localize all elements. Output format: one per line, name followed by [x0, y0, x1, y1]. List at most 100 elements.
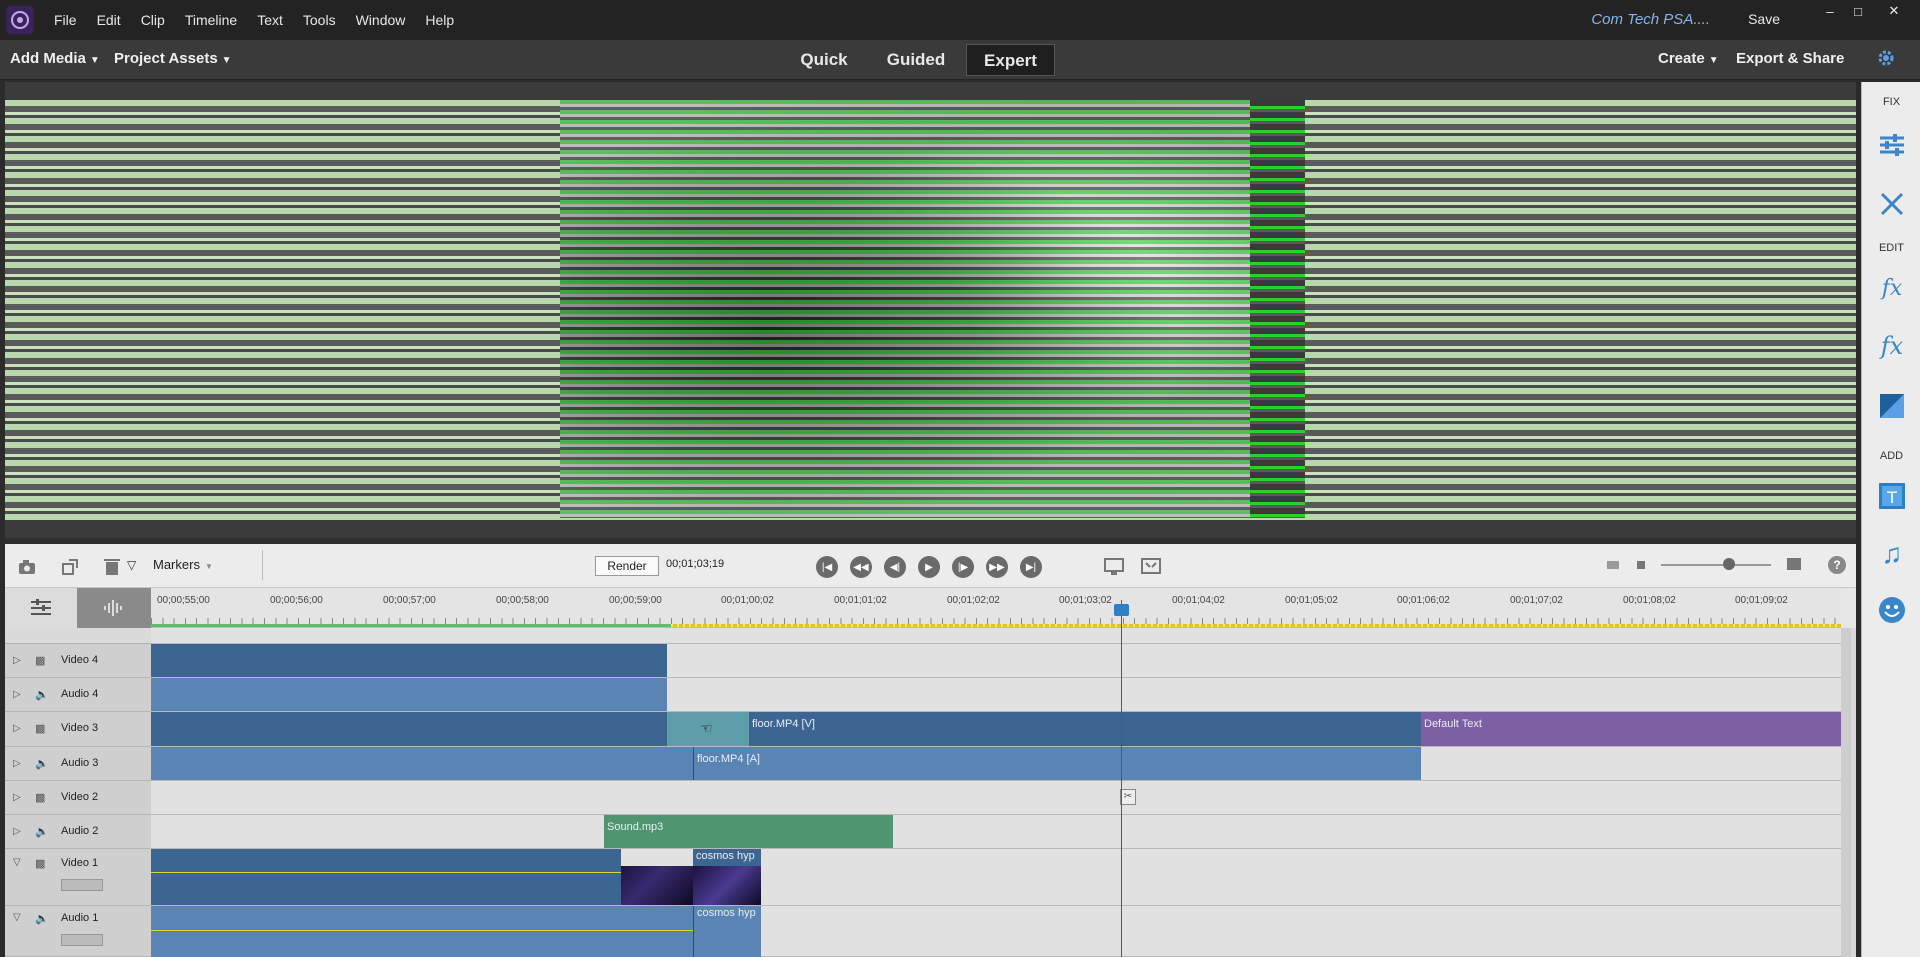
expand-track-icon[interactable]: ▷ [13, 655, 21, 666]
menu-clip[interactable]: Clip [131, 12, 175, 28]
rewind-icon[interactable]: ◀◀ [850, 556, 872, 578]
effects-icon[interactable]: fx [1874, 328, 1910, 364]
expand-track-icon[interactable]: ▷ [13, 792, 21, 803]
current-timecode[interactable]: 00;01;03;19 [666, 558, 724, 570]
music-icon[interactable]: ♫ [1874, 536, 1910, 572]
titles-icon[interactable]: T [1874, 478, 1910, 514]
track-name: Video 1 [61, 857, 99, 869]
track-name: Audio 2 [61, 825, 99, 837]
transition-clip[interactable]: ☜ [667, 712, 749, 746]
menu-window[interactable]: Window [346, 12, 416, 28]
menu-timeline[interactable]: Timeline [175, 12, 247, 28]
zoom-slider-handle[interactable] [1723, 558, 1735, 570]
track-settings-icon[interactable] [5, 588, 77, 628]
clip-cosmos-video[interactable]: cosmos hyp [693, 849, 761, 905]
menu-text[interactable]: Text [247, 12, 293, 28]
close-icon[interactable]: ✕ [1880, 0, 1908, 22]
step-forward-icon[interactable]: |▶ [952, 556, 974, 578]
clip-video-3-a[interactable] [151, 712, 667, 746]
render-button[interactable]: Render [595, 556, 659, 576]
track-lane-audio-1[interactable]: cosmos hyp [151, 906, 1841, 957]
adjust-sliders-icon[interactable] [1874, 127, 1910, 163]
go-to-end-icon[interactable]: ▶| [1020, 556, 1042, 578]
track-lane-video-4[interactable] [151, 644, 1841, 678]
markers-dropdown[interactable]: Markers ▼ [153, 557, 213, 572]
help-icon[interactable]: ? [1828, 556, 1846, 574]
keyframe-nav[interactable] [61, 934, 103, 946]
tab-quick[interactable]: Quick [786, 44, 862, 76]
render-preview-icon[interactable] [1103, 556, 1125, 578]
add-media-dropdown[interactable]: Add Media ▼ [10, 50, 100, 67]
clip-floor-video[interactable]: floor.MP4 [V] [749, 712, 1421, 746]
applied-effects-icon[interactable]: fx [1874, 270, 1910, 306]
ruler-scale[interactable]: 00;00;55;00 00;00;56;00 00;00;57;00 00;0… [151, 588, 1841, 628]
marker-icon[interactable]: ▽ [127, 558, 136, 572]
track-header-video-3[interactable]: ▷ ▩ Video 3 [5, 712, 151, 747]
play-icon[interactable]: ▶ [918, 556, 940, 578]
clip-audio-1-a[interactable] [151, 906, 693, 957]
playhead[interactable] [1121, 600, 1122, 957]
go-to-start-icon[interactable]: |◀ [816, 556, 838, 578]
rotate-clip-icon[interactable] [59, 556, 81, 578]
track-lane-video-1[interactable]: cosmos hyp [151, 849, 1841, 906]
menu-help[interactable]: Help [415, 12, 464, 28]
step-back-icon[interactable]: ◀| [884, 556, 906, 578]
menu-edit[interactable]: Edit [87, 12, 131, 28]
clip-cosmos-audio[interactable]: cosmos hyp [693, 906, 761, 957]
menu-file[interactable]: File [44, 12, 87, 28]
track-lane-video-3[interactable]: ☜ floor.MP4 [V] Default Text [151, 712, 1841, 747]
audio-waveform-icon[interactable] [77, 588, 151, 628]
zoom-slider-track[interactable] [1661, 564, 1771, 566]
track-header-audio-4[interactable]: ▷ 🔈 Audio 4 [5, 678, 151, 712]
graphics-icon[interactable] [1874, 592, 1910, 628]
track-header-video-4[interactable]: ▷ ▩ Video 4 [5, 644, 151, 678]
trash-icon[interactable] [101, 556, 123, 578]
timeline-scrollbar[interactable] [1841, 628, 1851, 957]
create-dropdown[interactable]: Create ▼ [1658, 50, 1719, 67]
maximize-icon[interactable]: □ [1844, 0, 1872, 22]
tab-expert[interactable]: Expert [966, 44, 1055, 76]
clip-audio-4[interactable] [151, 678, 667, 711]
project-assets-dropdown[interactable]: Project Assets ▼ [114, 50, 232, 67]
zoom-in-icon[interactable] [1787, 558, 1801, 570]
zoom-small-icon[interactable] [1637, 561, 1645, 569]
tab-guided[interactable]: Guided [876, 44, 956, 76]
zoom-out-icon[interactable] [1607, 561, 1619, 569]
clip-default-text[interactable]: Default Text [1421, 712, 1841, 746]
expand-track-icon[interactable]: ▷ [13, 826, 21, 837]
track-lane-audio-4[interactable] [151, 678, 1841, 712]
track-lane-audio-3[interactable]: floor.MP4 [A] [151, 747, 1841, 781]
clip-audio-3-a[interactable] [151, 747, 693, 780]
scissors-icon[interactable]: ✂ [1120, 789, 1136, 805]
project-title[interactable]: Com Tech PSA.... [1591, 11, 1710, 28]
clip-sound[interactable]: Sound.mp3 [604, 815, 893, 848]
fit-to-window-icon[interactable] [1140, 556, 1162, 578]
clip-video-1-a[interactable] [151, 849, 621, 905]
playhead-handle[interactable] [1114, 604, 1129, 616]
expand-track-icon[interactable]: ▷ [13, 758, 21, 769]
settings-gear-icon[interactable] [1876, 48, 1896, 72]
fast-forward-icon[interactable]: ▶▶ [986, 556, 1008, 578]
save-button[interactable]: Save [1748, 11, 1780, 27]
track-lane-audio-2[interactable]: Sound.mp3 [151, 815, 1841, 849]
track-header-audio-2[interactable]: ▷ 🔈 Audio 2 [5, 815, 151, 849]
track-lane-video-2[interactable]: ✂ [151, 781, 1841, 815]
collapse-track-icon[interactable]: ▽ [13, 857, 21, 868]
expand-track-icon[interactable]: ▷ [13, 689, 21, 700]
expand-track-icon[interactable]: ▷ [13, 723, 21, 734]
clip-video-4[interactable] [151, 644, 667, 677]
menu-tools[interactable]: Tools [293, 12, 346, 28]
tools-icon[interactable] [1874, 186, 1910, 222]
track-header-video-2[interactable]: ▷ ▩ Video 2 [5, 781, 151, 815]
keyframe-nav[interactable] [61, 879, 103, 891]
transitions-icon[interactable] [1874, 388, 1910, 424]
clip-floor-audio[interactable]: floor.MP4 [A] [693, 747, 1421, 780]
export-share-button[interactable]: Export & Share [1736, 50, 1844, 67]
freeze-frame-icon[interactable] [17, 556, 39, 578]
track-header-audio-1[interactable]: ▽ 🔈 Audio 1 [5, 906, 151, 957]
minimize-icon[interactable]: – [1816, 0, 1844, 22]
track-header-audio-3[interactable]: ▷ 🔈 Audio 3 [5, 747, 151, 781]
track-header-video-1[interactable]: ▽ ▩ Video 1 [5, 849, 151, 906]
collapse-track-icon[interactable]: ▽ [13, 912, 21, 923]
preview-monitor[interactable] [5, 82, 1856, 538]
